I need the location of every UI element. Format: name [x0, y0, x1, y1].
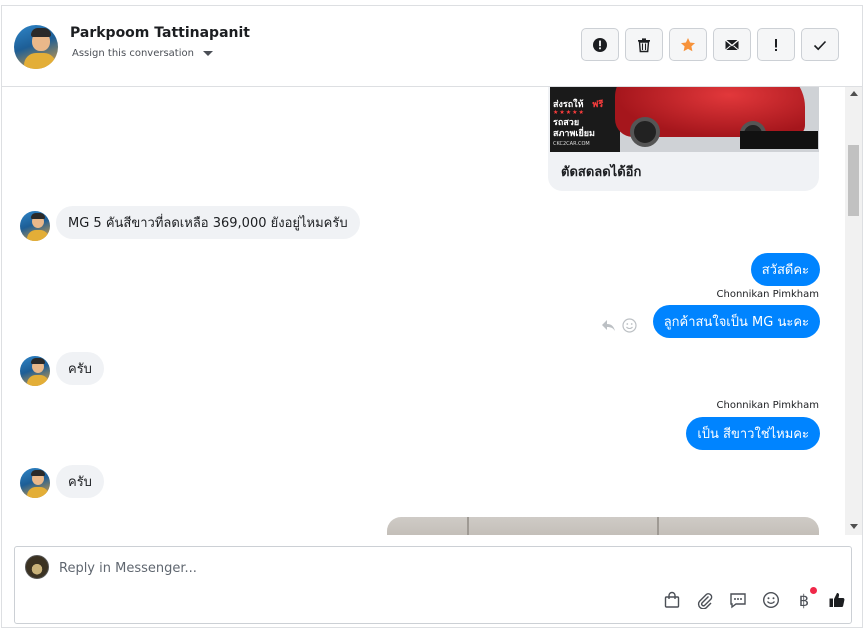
contact-name[interactable]: Parkpoom Tattinapanit [70, 25, 250, 41]
scroll-down-arrow-icon[interactable] [850, 524, 858, 529]
rating-stars: ★★★★★ [553, 109, 585, 116]
outgoing-message[interactable]: ลูกค้าสนใจเป็น MG นะคะ [652, 305, 820, 338]
exclamation-icon [775, 38, 777, 51]
page-avatar [25, 555, 49, 579]
contact-avatar[interactable] [20, 356, 50, 386]
saved-reply-icon[interactable] [727, 589, 749, 611]
thumbs-up-icon[interactable] [826, 589, 848, 611]
shared-post-card[interactable]: ส่งรถให้ ฟรี ★★★★★ รถสวย สภาพเยี่ยม CKC2… [548, 87, 819, 191]
baht-icon[interactable]: ฿ [793, 587, 817, 611]
sender-name: Chonnikan Pimkham [716, 289, 819, 300]
incoming-message[interactable]: ครับ [56, 465, 104, 498]
notification-dot [810, 587, 817, 594]
header-actions [581, 28, 839, 61]
outgoing-message[interactable]: สวัสดีคะ [750, 253, 820, 286]
outgoing-message[interactable]: เป็น สีขาวใช่ไหมคะ [686, 417, 820, 450]
post-caption: ตัดสดลดได้อีก [561, 165, 642, 180]
incoming-message[interactable]: MG 5 คันสีขาวที่ลดเหลือ 369,000 ยังอยู่ไ… [56, 206, 360, 239]
reply-icon[interactable] [601, 319, 616, 332]
mark-unread-button[interactable] [713, 28, 751, 61]
envelope-icon [725, 39, 739, 50]
star-button[interactable] [669, 28, 707, 61]
conversation-header: Parkpoom Tattinapanit Assign this conver… [2, 6, 862, 87]
star-icon [681, 37, 695, 51]
contact-avatar[interactable] [14, 25, 58, 69]
caret-down-icon [202, 51, 213, 56]
assign-conversation-dropdown[interactable]: Assign this conversation [72, 48, 213, 59]
mark-spam-button[interactable] [581, 28, 619, 61]
delete-button[interactable] [625, 28, 663, 61]
emoji-icon[interactable] [760, 589, 782, 611]
assign-label: Assign this conversation [72, 48, 194, 59]
react-emoji-icon[interactable] [622, 318, 637, 333]
thread-scrollbar[interactable] [845, 87, 862, 535]
shopping-bag-icon[interactable] [661, 589, 683, 611]
composer-tools: ฿ [661, 587, 848, 611]
alert-circle-icon [593, 37, 607, 52]
post-image-text: ฟรี [592, 100, 604, 110]
post-image-text: รถสวย สภาพเยี่ยม [553, 118, 595, 139]
contact-avatar[interactable] [20, 468, 50, 498]
incoming-message[interactable]: ครับ [56, 352, 104, 385]
messenger-window: Parkpoom Tattinapanit Assign this conver… [1, 5, 863, 628]
message-thread[interactable]: ส่งรถให้ ฟรี ★★★★★ รถสวย สภาพเยี่ยม CKC2… [2, 87, 845, 535]
image-attachment[interactable] [387, 517, 819, 535]
post-image: ส่งรถให้ ฟรี ★★★★★ รถสวย สภาพเยี่ยม CKC2… [550, 87, 819, 152]
mark-done-button[interactable] [801, 28, 839, 61]
scroll-up-arrow-icon[interactable] [850, 91, 858, 96]
check-icon [813, 40, 827, 50]
contact-avatar[interactable] [20, 211, 50, 241]
post-image-url: CKC2CAR.COM [553, 141, 590, 147]
follow-up-button[interactable] [757, 28, 795, 61]
paperclip-icon[interactable] [694, 589, 716, 611]
sender-name: Chonnikan Pimkham [716, 400, 819, 411]
trash-icon [638, 37, 650, 52]
scroll-thumb[interactable] [848, 145, 859, 216]
message-actions [601, 318, 637, 333]
message-composer: ฿ [14, 546, 852, 624]
reply-input[interactable] [59, 557, 759, 579]
